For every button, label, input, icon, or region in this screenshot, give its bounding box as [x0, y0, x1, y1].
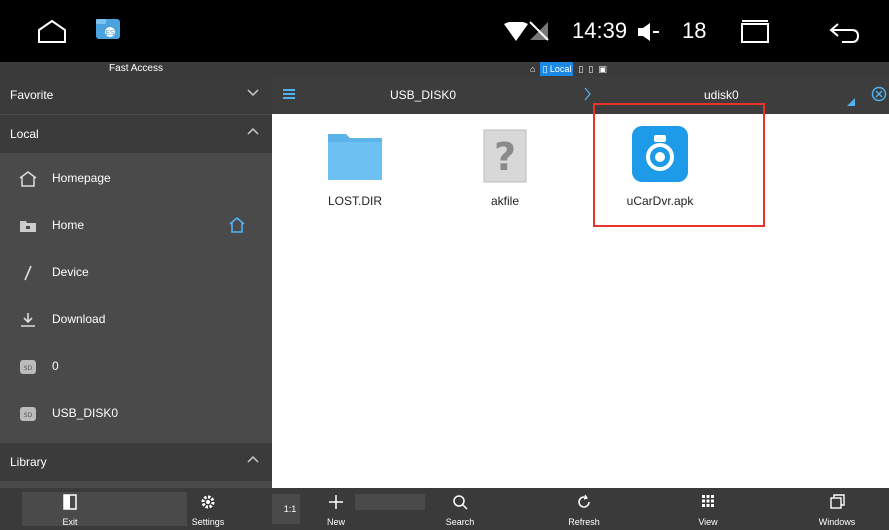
sidebar-item-home[interactable]: Home	[0, 202, 272, 249]
grid-view-icon	[701, 494, 715, 508]
chevron-up-icon	[247, 455, 259, 465]
unknown-file-icon: ?	[480, 128, 530, 184]
gear-icon	[200, 494, 216, 510]
file-grid: LOST.DIR ? akfile uCarDvr.apk	[272, 114, 889, 488]
sidebar-item-label: 0	[52, 359, 59, 373]
chevron-up-icon	[247, 127, 259, 137]
home-chip-icon[interactable]: ⌂	[530, 62, 535, 76]
sidebar-item-homepage[interactable]: Homepage	[0, 155, 272, 202]
set-home-icon[interactable]	[228, 216, 246, 234]
folder-home-icon	[18, 216, 38, 236]
section-label: Local	[10, 127, 39, 141]
toolbar-label: Settings	[191, 517, 225, 527]
es-app-icon[interactable]: ES	[95, 16, 121, 42]
plus-icon	[328, 494, 344, 510]
status-bar: ES 14:39 18	[0, 0, 889, 62]
settings-button[interactable]: Settings	[180, 488, 236, 530]
svg-text:?: ?	[494, 135, 516, 179]
back-icon[interactable]	[828, 20, 860, 44]
sidebar-item-label: Homepage	[52, 171, 111, 185]
clock-text: 14:39	[572, 18, 628, 43]
toolbar-label: Search	[445, 517, 475, 527]
section-label: Favorite	[10, 88, 54, 102]
sd-card-icon: SD	[18, 404, 38, 424]
window-chips: ⌂ ▯ Local ▯ ▯ ▣	[530, 62, 607, 76]
toolbar-label: Windows	[818, 517, 856, 527]
refresh-button[interactable]: Refresh	[554, 488, 614, 530]
file-item-lost-dir[interactable]: LOST.DIR	[295, 124, 415, 214]
ratio-button[interactable]: 1:1	[276, 488, 304, 530]
volume-level-text: 18	[682, 18, 707, 43]
sidebar-item-label: Home	[52, 218, 85, 232]
corner-indicator-icon	[847, 98, 855, 106]
file-name: LOST.DIR	[327, 194, 382, 208]
sidebar-item-label: USB_DISK0	[52, 406, 119, 420]
highlight-box	[593, 103, 765, 227]
home-icon[interactable]	[36, 18, 68, 44]
breadcrumb-separator-icon	[584, 87, 592, 101]
refresh-icon	[576, 494, 592, 510]
view-button[interactable]: View	[678, 488, 738, 530]
local-chip-label: Local	[549, 64, 572, 74]
section-label: Library	[10, 455, 47, 469]
svg-text:SD: SD	[24, 412, 33, 419]
windows-button[interactable]: Windows	[805, 488, 869, 530]
exit-icon	[63, 494, 77, 510]
window-chip-icon[interactable]: ▯	[578, 62, 583, 76]
storage-chip-icon[interactable]: ▣	[598, 62, 607, 76]
chevron-down-icon	[247, 88, 259, 98]
sidebar-item-usb-disk0[interactable]: SD USB_DISK0	[0, 390, 272, 437]
sidebar-item-storage-0[interactable]: SD 0	[0, 343, 272, 390]
search-icon	[452, 494, 468, 510]
volume-icon[interactable]	[636, 22, 660, 42]
download-icon	[18, 310, 38, 330]
svg-text:SD: SD	[24, 365, 33, 372]
sidebar-section-library[interactable]: Library	[0, 443, 272, 481]
fast-access-bar: Fast Access ⌂ ▯ Local ▯ ▯ ▣	[0, 62, 889, 76]
close-icon[interactable]	[871, 86, 887, 102]
new-button[interactable]: New	[306, 488, 366, 530]
breadcrumb-usb-disk0[interactable]: USB_DISK0	[390, 88, 456, 102]
windows-icon	[829, 494, 845, 510]
fast-access-label: Fast Access	[109, 63, 163, 74]
exit-button[interactable]: Exit	[42, 488, 98, 530]
file-name: akfile	[490, 194, 519, 208]
svg-text:ES: ES	[106, 29, 115, 37]
path-bar: USB_DISK0 udisk0	[272, 76, 889, 114]
file-item-akfile[interactable]: ? akfile	[445, 124, 565, 214]
bottom-toolbar: Exit Settings 1:1 New Search Refresh Vie…	[0, 488, 889, 530]
toolbar-label: 1:1	[283, 504, 297, 514]
toolbar-label: Exit	[62, 517, 78, 527]
sidebar-section-local[interactable]: Local	[0, 115, 272, 153]
sidebar-item-label: Download	[52, 312, 106, 326]
toolbar-label: Refresh	[568, 517, 600, 527]
slash-icon	[18, 263, 38, 283]
search-button[interactable]: Search	[430, 488, 490, 530]
sidebar-item-device[interactable]: Device	[0, 249, 272, 296]
sidebar-item-download[interactable]: Download	[0, 296, 272, 343]
window-chip-icon[interactable]: ▯	[588, 62, 593, 76]
folder-icon	[326, 126, 384, 184]
sidebar-item-label: Device	[52, 265, 89, 279]
sd-card-icon: SD	[18, 357, 38, 377]
local-chip[interactable]: ▯ Local	[540, 62, 574, 76]
home-outline-icon	[18, 169, 38, 189]
toolbar-label: View	[698, 517, 718, 527]
recent-apps-icon[interactable]	[740, 20, 770, 44]
wifi-icon	[504, 22, 528, 42]
breadcrumb-udisk0[interactable]: udisk0	[704, 88, 739, 102]
sidebar: Favorite Local Homepage Home Device Down…	[0, 76, 272, 488]
menu-icon[interactable]	[282, 87, 296, 101]
sidebar-section-favorite[interactable]: Favorite	[0, 76, 272, 114]
no-sim-icon	[528, 20, 550, 42]
toolbar-label: New	[326, 517, 345, 527]
